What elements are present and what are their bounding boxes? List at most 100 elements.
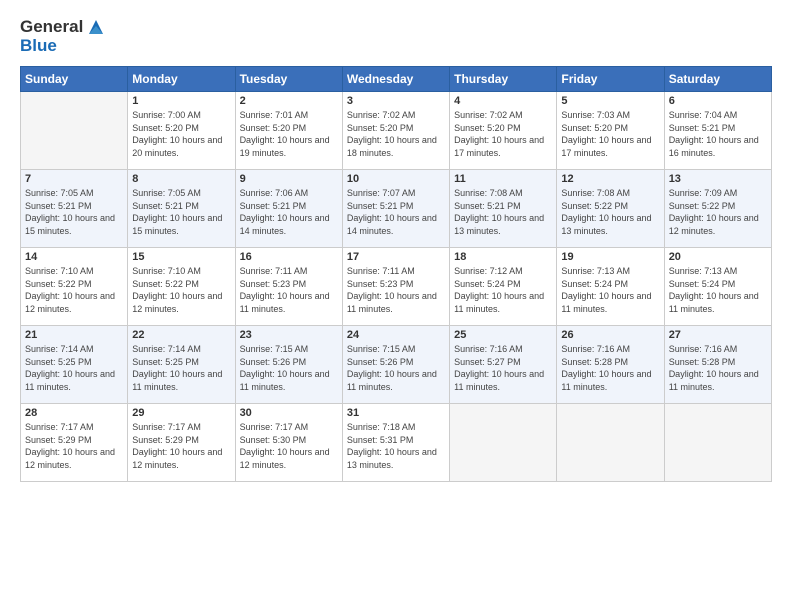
day-info: Sunrise: 7:07 AMSunset: 5:21 PMDaylight:… xyxy=(347,187,445,237)
day-info: Sunrise: 7:16 AMSunset: 5:28 PMDaylight:… xyxy=(561,343,659,393)
day-number: 13 xyxy=(669,173,767,185)
calendar-cell: 23 Sunrise: 7:15 AMSunset: 5:26 PMDayligh… xyxy=(235,326,342,404)
logo: General Blue xyxy=(20,16,107,56)
day-info: Sunrise: 7:00 AMSunset: 5:20 PMDaylight:… xyxy=(132,109,230,159)
day-number: 8 xyxy=(132,173,230,185)
day-number: 7 xyxy=(25,173,123,185)
day-number: 10 xyxy=(347,173,445,185)
calendar-cell: 30 Sunrise: 7:17 AMSunset: 5:30 PMDayligh… xyxy=(235,404,342,482)
weekday-header-saturday: Saturday xyxy=(664,67,771,92)
day-number: 17 xyxy=(347,251,445,263)
day-number: 28 xyxy=(25,407,123,419)
calendar-cell: 2 Sunrise: 7:01 AMSunset: 5:20 PMDaylight… xyxy=(235,92,342,170)
header: General Blue xyxy=(20,16,772,56)
day-info: Sunrise: 7:14 AMSunset: 5:25 PMDaylight:… xyxy=(25,343,123,393)
day-number: 15 xyxy=(132,251,230,263)
calendar-cell xyxy=(557,404,664,482)
weekday-header-wednesday: Wednesday xyxy=(342,67,449,92)
day-info: Sunrise: 7:16 AMSunset: 5:28 PMDaylight:… xyxy=(669,343,767,393)
calendar-cell: 27 Sunrise: 7:16 AMSunset: 5:28 PMDayligh… xyxy=(664,326,771,404)
day-number: 31 xyxy=(347,407,445,419)
calendar-cell: 16Sunrise: 7:11 AMSunset: 5:23 PMDayligh… xyxy=(235,248,342,326)
day-info: Sunrise: 7:02 AMSunset: 5:20 PMDaylight:… xyxy=(347,109,445,159)
calendar-cell: 13 Sunrise: 7:09 AMSunset: 5:22 PMDayligh… xyxy=(664,170,771,248)
day-info: Sunrise: 7:14 AMSunset: 5:25 PMDaylight:… xyxy=(132,343,230,393)
day-info: Sunrise: 7:09 AMSunset: 5:22 PMDaylight:… xyxy=(669,187,767,237)
day-info: Sunrise: 7:16 AMSunset: 5:27 PMDaylight:… xyxy=(454,343,552,393)
day-info: Sunrise: 7:03 AMSunset: 5:20 PMDaylight:… xyxy=(561,109,659,159)
calendar-cell: 3 Sunrise: 7:02 AMSunset: 5:20 PMDaylight… xyxy=(342,92,449,170)
day-info: Sunrise: 7:18 AMSunset: 5:31 PMDaylight:… xyxy=(347,421,445,471)
day-info: Sunrise: 7:06 AMSunset: 5:21 PMDaylight:… xyxy=(240,187,338,237)
calendar-cell xyxy=(21,92,128,170)
day-info: Sunrise: 7:15 AMSunset: 5:26 PMDaylight:… xyxy=(240,343,338,393)
week-row-2: 7 Sunrise: 7:05 AMSunset: 5:21 PMDaylight… xyxy=(21,170,772,248)
calendar-cell: 19 Sunrise: 7:13 AMSunset: 5:24 PMDayligh… xyxy=(557,248,664,326)
calendar-cell: 6 Sunrise: 7:04 AMSunset: 5:21 PMDaylight… xyxy=(664,92,771,170)
day-number: 5 xyxy=(561,95,659,107)
day-info: Sunrise: 7:04 AMSunset: 5:21 PMDaylight:… xyxy=(669,109,767,159)
day-info: Sunrise: 7:11 AMSunset: 5:23 PMDaylight:… xyxy=(347,265,445,315)
page: General Blue SundayMondayTuesdayWednesda… xyxy=(0,0,792,612)
day-number: 9 xyxy=(240,173,338,185)
calendar-table: SundayMondayTuesdayWednesdayThursdayFrid… xyxy=(20,66,772,482)
day-info: Sunrise: 7:12 AMSunset: 5:24 PMDaylight:… xyxy=(454,265,552,315)
calendar-cell: 24Sunrise: 7:15 AMSunset: 5:26 PMDayligh… xyxy=(342,326,449,404)
day-number: 14 xyxy=(25,251,123,263)
day-number: 3 xyxy=(347,95,445,107)
day-info: Sunrise: 7:01 AMSunset: 5:20 PMDaylight:… xyxy=(240,109,338,159)
calendar-cell: 10 Sunrise: 7:07 AMSunset: 5:21 PMDayligh… xyxy=(342,170,449,248)
weekday-header-monday: Monday xyxy=(128,67,235,92)
weekday-header-sunday: Sunday xyxy=(21,67,128,92)
calendar-cell: 18Sunrise: 7:12 AMSunset: 5:24 PMDayligh… xyxy=(450,248,557,326)
day-info: Sunrise: 7:05 AMSunset: 5:21 PMDaylight:… xyxy=(25,187,123,237)
day-number: 30 xyxy=(240,407,338,419)
day-number: 23 xyxy=(240,329,338,341)
day-number: 21 xyxy=(25,329,123,341)
day-number: 2 xyxy=(240,95,338,107)
calendar-cell: 15 Sunrise: 7:10 AMSunset: 5:22 PMDayligh… xyxy=(128,248,235,326)
day-number: 6 xyxy=(669,95,767,107)
day-number: 24 xyxy=(347,329,445,341)
calendar-cell: 4 Sunrise: 7:02 AMSunset: 5:20 PMDaylight… xyxy=(450,92,557,170)
calendar-cell: 20 Sunrise: 7:13 AMSunset: 5:24 PMDayligh… xyxy=(664,248,771,326)
calendar-cell: 12Sunrise: 7:08 AMSunset: 5:22 PMDayligh… xyxy=(557,170,664,248)
day-number: 12 xyxy=(561,173,659,185)
day-info: Sunrise: 7:13 AMSunset: 5:24 PMDaylight:… xyxy=(561,265,659,315)
day-info: Sunrise: 7:10 AMSunset: 5:22 PMDaylight:… xyxy=(132,265,230,315)
logo-icon xyxy=(85,16,107,38)
calendar-cell: 14 Sunrise: 7:10 AMSunset: 5:22 PMDayligh… xyxy=(21,248,128,326)
week-row-4: 21 Sunrise: 7:14 AMSunset: 5:25 PMDayligh… xyxy=(21,326,772,404)
day-number: 19 xyxy=(561,251,659,263)
day-info: Sunrise: 7:17 AMSunset: 5:29 PMDaylight:… xyxy=(132,421,230,471)
logo-blue-text: Blue xyxy=(20,36,107,56)
weekday-header-thursday: Thursday xyxy=(450,67,557,92)
day-number: 20 xyxy=(669,251,767,263)
calendar-cell: 17 Sunrise: 7:11 AMSunset: 5:23 PMDayligh… xyxy=(342,248,449,326)
calendar-cell xyxy=(450,404,557,482)
calendar-cell: 1Sunrise: 7:00 AMSunset: 5:20 PMDaylight… xyxy=(128,92,235,170)
day-number: 27 xyxy=(669,329,767,341)
day-info: Sunrise: 7:11 AMSunset: 5:23 PMDaylight:… xyxy=(240,265,338,315)
calendar-cell: 29Sunrise: 7:17 AMSunset: 5:29 PMDayligh… xyxy=(128,404,235,482)
weekday-header-friday: Friday xyxy=(557,67,664,92)
calendar-cell: 21 Sunrise: 7:14 AMSunset: 5:25 PMDayligh… xyxy=(21,326,128,404)
day-info: Sunrise: 7:08 AMSunset: 5:21 PMDaylight:… xyxy=(454,187,552,237)
calendar-cell: 31 Sunrise: 7:18 AMSunset: 5:31 PMDayligh… xyxy=(342,404,449,482)
day-info: Sunrise: 7:02 AMSunset: 5:20 PMDaylight:… xyxy=(454,109,552,159)
calendar-cell: 26 Sunrise: 7:16 AMSunset: 5:28 PMDayligh… xyxy=(557,326,664,404)
day-info: Sunrise: 7:13 AMSunset: 5:24 PMDaylight:… xyxy=(669,265,767,315)
logo-general-text: General xyxy=(20,17,83,37)
day-info: Sunrise: 7:17 AMSunset: 5:29 PMDaylight:… xyxy=(25,421,123,471)
day-number: 25 xyxy=(454,329,552,341)
day-number: 26 xyxy=(561,329,659,341)
day-info: Sunrise: 7:17 AMSunset: 5:30 PMDaylight:… xyxy=(240,421,338,471)
day-number: 11 xyxy=(454,173,552,185)
calendar-cell: 9 Sunrise: 7:06 AMSunset: 5:21 PMDaylight… xyxy=(235,170,342,248)
week-row-5: 28 Sunrise: 7:17 AMSunset: 5:29 PMDayligh… xyxy=(21,404,772,482)
day-info: Sunrise: 7:10 AMSunset: 5:22 PMDaylight:… xyxy=(25,265,123,315)
calendar-cell: 5 Sunrise: 7:03 AMSunset: 5:20 PMDaylight… xyxy=(557,92,664,170)
calendar-cell: 22Sunrise: 7:14 AMSunset: 5:25 PMDayligh… xyxy=(128,326,235,404)
day-number: 4 xyxy=(454,95,552,107)
week-row-3: 14 Sunrise: 7:10 AMSunset: 5:22 PMDayligh… xyxy=(21,248,772,326)
